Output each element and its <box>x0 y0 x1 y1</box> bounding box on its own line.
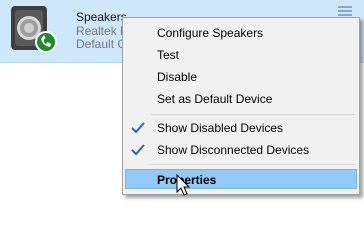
menu-item-properties[interactable]: Properties <box>125 169 357 189</box>
checkmark-icon <box>131 144 145 156</box>
menu-item-label: Set as Default Device <box>157 92 273 106</box>
menu-separator <box>151 114 355 115</box>
speaker-icon <box>11 6 57 53</box>
device-name: Speakers <box>76 10 127 24</box>
menu-separator <box>151 164 355 165</box>
checkmark-icon <box>131 122 145 134</box>
device-driver: Realtek H <box>76 24 129 38</box>
menu-item-show-disconnected[interactable]: Show Disconnected Devices <box>125 140 357 160</box>
menu-item-label: Disable <box>157 70 198 84</box>
device-status: Default C <box>76 37 127 51</box>
menu-item-label: Show Disabled Devices <box>157 121 284 135</box>
menu-item-configure-speakers[interactable]: Configure Speakers <box>125 23 357 43</box>
menu-item-label: Configure Speakers <box>157 26 264 40</box>
menu-item-test[interactable]: Test <box>125 45 357 65</box>
mouse-pointer-icon <box>176 174 191 196</box>
menu-item-show-disabled[interactable]: Show Disabled Devices <box>125 118 357 138</box>
menu-item-disable[interactable]: Disable <box>125 67 357 87</box>
context-menu: Configure Speakers Test Disable Set as D… <box>122 17 360 195</box>
menu-item-label: Show Disconnected Devices <box>157 143 310 157</box>
menu-item-label: Test <box>157 48 180 62</box>
menu-item-set-default[interactable]: Set as Default Device <box>125 89 357 109</box>
